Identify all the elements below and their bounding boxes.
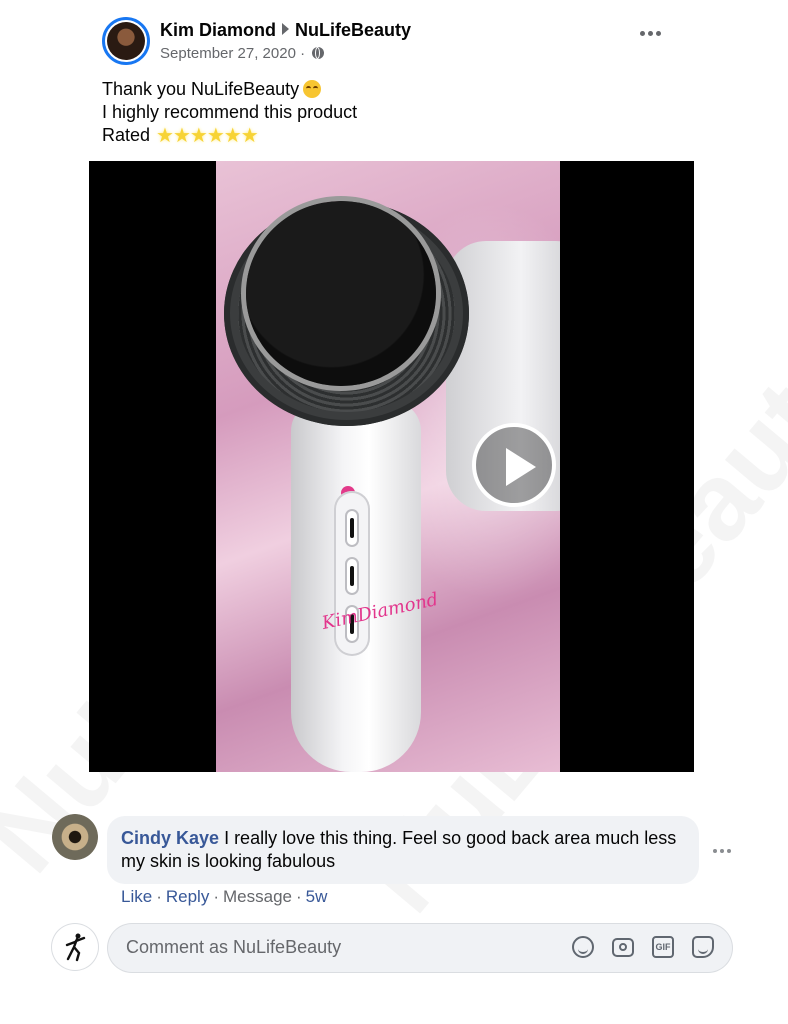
rating-stars: ★★★★★★ [156, 125, 259, 147]
meta-separator: · [300, 45, 306, 62]
dancer-logo-icon [65, 933, 86, 962]
author-line: Kim Diamond NuLifeBeauty [160, 20, 411, 41]
post-text-line: Thank you NuLifeBeauty [102, 78, 357, 101]
comment-input-placeholder: Comment as NuLifeBeauty [126, 937, 342, 957]
comment-input[interactable]: Comment as NuLifeBeauty GIF [108, 924, 732, 972]
post-line-2: I highly recommend this product [102, 102, 358, 122]
page-avatar[interactable] [52, 924, 98, 970]
like-link[interactable]: Like [121, 887, 152, 906]
camera-icon[interactable] [612, 938, 634, 957]
device-image [246, 201, 436, 386]
comment-bubble: Cindy Kaye I really love this thing. Fee… [107, 816, 699, 884]
comment-more-icon[interactable] [713, 849, 733, 855]
globe-icon[interactable] [312, 47, 325, 59]
comment-author[interactable]: Cindy Kaye [121, 828, 219, 848]
post-text-line: Rated ★★★★★★ [102, 124, 357, 148]
device-image [334, 491, 370, 656]
play-icon[interactable] [472, 423, 556, 507]
video-frame: KimDiamond [216, 161, 560, 772]
sticker-icon[interactable] [692, 936, 714, 958]
page-name[interactable]: NuLifeBeauty [295, 20, 411, 40]
post-date[interactable]: September 27, 2020 [160, 45, 296, 62]
video-player[interactable]: KimDiamond [89, 161, 694, 772]
more-options-icon[interactable] [640, 28, 664, 38]
post-meta: September 27, 2020 · [160, 45, 325, 62]
smile-emoji-icon [303, 80, 322, 98]
post-line-3: Rated [102, 125, 151, 145]
post-header: Kim Diamond NuLifeBeauty September 27, 20… [102, 17, 682, 67]
comment-age[interactable]: 5w [306, 887, 328, 906]
reply-link[interactable]: Reply [166, 887, 209, 906]
author-name[interactable]: Kim Diamond [160, 20, 276, 40]
commenter-avatar[interactable] [52, 814, 98, 860]
arrow-right-icon [282, 23, 290, 35]
message-link[interactable]: Message [223, 887, 292, 906]
emoji-icon[interactable] [572, 936, 594, 958]
author-avatar[interactable] [102, 17, 150, 65]
composer-icons: GIF [572, 936, 714, 958]
gif-icon[interactable]: GIF [652, 936, 674, 958]
comment-actions: Like · Reply · Message · 5w [121, 887, 328, 906]
post-line-1: Thank you NuLifeBeauty [102, 79, 300, 99]
post-text: Thank you NuLifeBeauty I highly recommen… [102, 78, 357, 148]
